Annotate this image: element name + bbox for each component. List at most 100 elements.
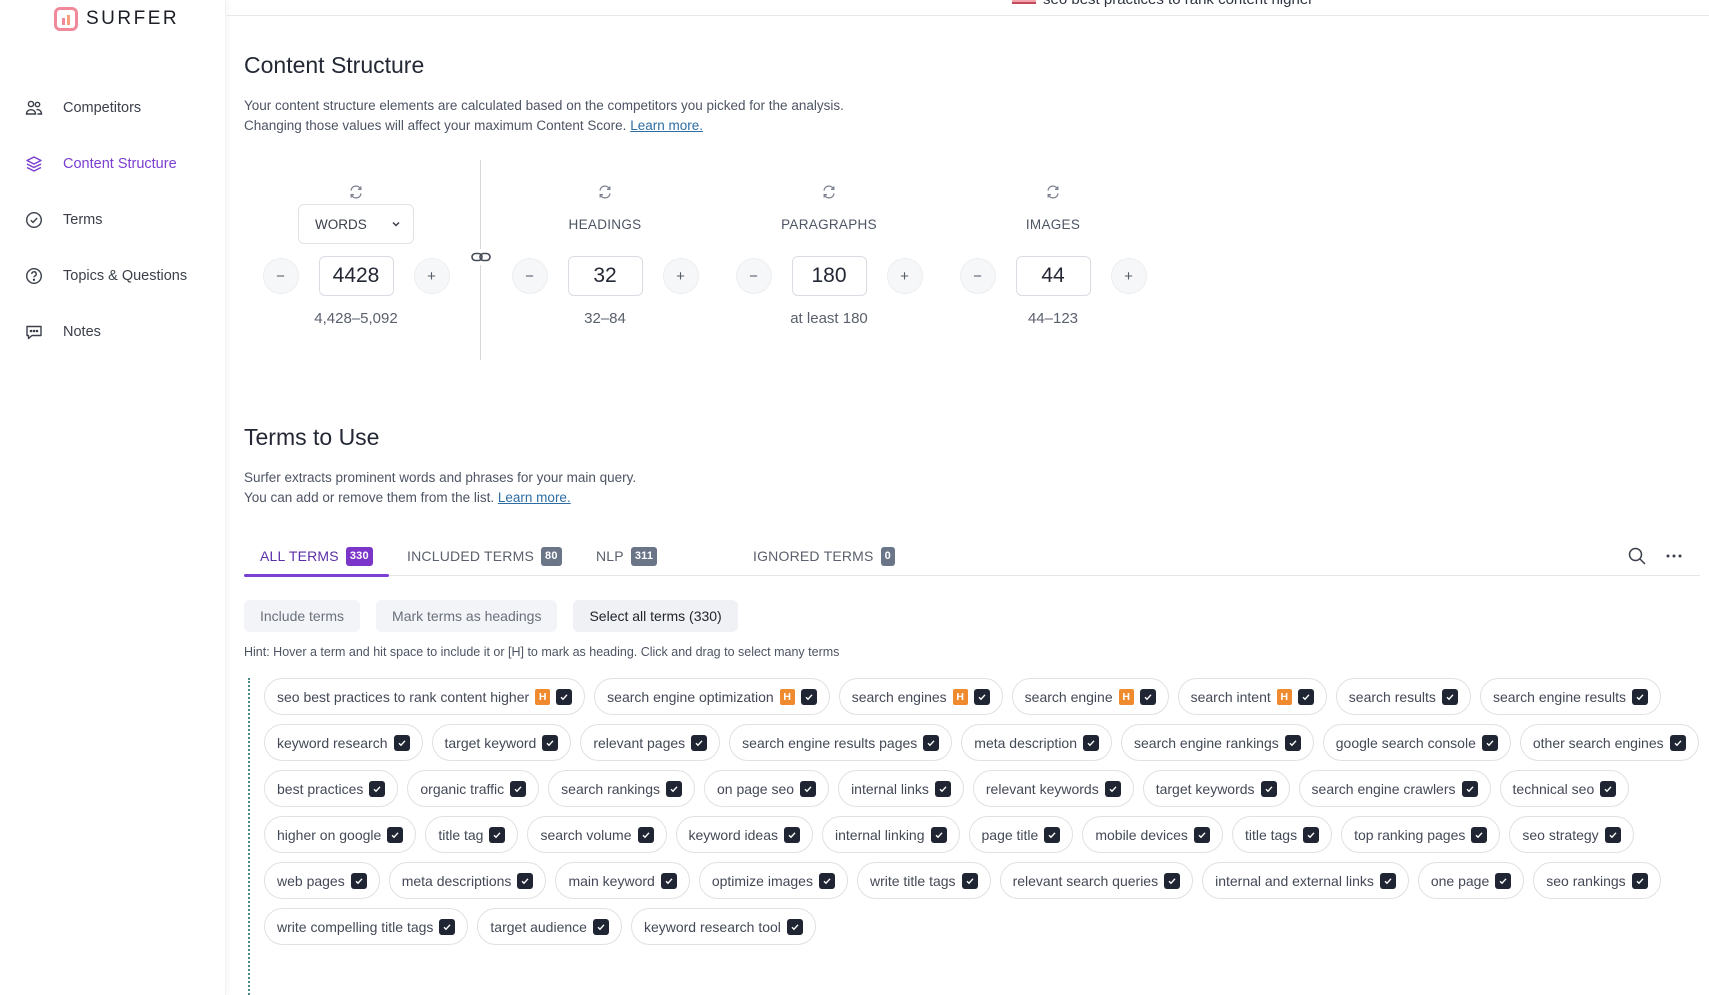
checkbox-checked-icon[interactable] — [973, 688, 990, 705]
images-value-input[interactable]: 44 — [1015, 256, 1091, 296]
checkbox-checked-icon[interactable] — [1632, 688, 1649, 705]
term-chip[interactable]: title tag — [425, 816, 519, 853]
checkbox-checked-icon[interactable] — [1164, 872, 1181, 889]
decrement-button[interactable]: − — [262, 258, 299, 294]
checkbox-checked-icon[interactable] — [542, 734, 559, 751]
checkbox-checked-icon[interactable] — [1471, 826, 1488, 843]
checkbox-checked-icon[interactable] — [556, 688, 573, 705]
term-chip[interactable]: seo strategy — [1509, 816, 1634, 853]
metric-type-select[interactable]: WORDS — [298, 204, 414, 244]
checkbox-checked-icon[interactable] — [1284, 734, 1301, 751]
term-chip[interactable]: keyword research — [264, 724, 423, 761]
term-chip[interactable]: one page — [1417, 862, 1525, 899]
checkbox-checked-icon[interactable] — [1044, 826, 1061, 843]
term-chip[interactable]: title tags — [1231, 816, 1333, 853]
heading-badge[interactable]: H — [952, 688, 968, 705]
learn-more-link[interactable]: Learn more. — [498, 490, 571, 505]
term-chip[interactable]: target keyword — [431, 724, 572, 761]
term-chip[interactable]: seo rankings — [1533, 862, 1661, 899]
checkbox-checked-icon[interactable] — [930, 826, 947, 843]
checkbox-checked-icon[interactable] — [637, 826, 654, 843]
checkbox-checked-icon[interactable] — [923, 734, 940, 751]
term-chip[interactable]: search engine crawlers — [1298, 770, 1491, 807]
tab-nlp[interactable]: NLP 311 — [596, 536, 658, 576]
link-icon[interactable] — [469, 249, 493, 265]
term-chip[interactable]: top ranking pages — [1341, 816, 1501, 853]
checkbox-checked-icon[interactable] — [691, 734, 708, 751]
term-chip[interactable]: keyword research tool — [630, 908, 816, 945]
tab-all-terms[interactable]: ALL TERMS 330 — [244, 536, 389, 577]
checkbox-checked-icon[interactable] — [1461, 780, 1478, 797]
sidebar-item-topics-questions[interactable]: Topics & Questions — [0, 248, 226, 304]
checkbox-checked-icon[interactable] — [665, 780, 682, 797]
tab-included-terms[interactable]: INCLUDED TERMS 80 — [407, 536, 562, 576]
checkbox-checked-icon[interactable] — [1260, 780, 1277, 797]
term-chip[interactable]: mobile devices — [1082, 816, 1223, 853]
term-chip[interactable]: higher on google — [264, 816, 417, 853]
checkbox-checked-icon[interactable] — [1303, 826, 1320, 843]
term-chip[interactable]: search engines H — [838, 678, 1003, 715]
term-chip[interactable]: search intent H — [1177, 678, 1327, 715]
term-chip[interactable]: google search console — [1322, 724, 1511, 761]
term-chip[interactable]: internal linking — [822, 816, 960, 853]
term-chip[interactable]: other search engines — [1519, 724, 1699, 761]
checkbox-checked-icon[interactable] — [660, 872, 677, 889]
term-chip[interactable]: write compelling title tags — [264, 908, 469, 945]
heading-badge[interactable]: H — [779, 688, 795, 705]
select-all-terms-button[interactable]: Select all terms (330) — [573, 600, 738, 632]
checkbox-checked-icon[interactable] — [369, 780, 386, 797]
checkbox-checked-icon[interactable] — [393, 734, 410, 751]
checkbox-checked-icon[interactable] — [934, 780, 951, 797]
checkbox-checked-icon[interactable] — [439, 918, 456, 935]
term-chip[interactable]: search engine rankings — [1121, 724, 1314, 761]
checkbox-checked-icon[interactable] — [1495, 872, 1512, 889]
term-chip[interactable]: target audience — [477, 908, 622, 945]
term-chip[interactable]: organic traffic — [407, 770, 540, 807]
checkbox-checked-icon[interactable] — [784, 826, 800, 843]
tab-ignored-terms[interactable]: IGNORED TERMS 0 — [753, 536, 895, 576]
increment-button[interactable]: + — [413, 258, 450, 294]
term-chip[interactable]: search volume — [527, 816, 667, 853]
decrement-button[interactable]: − — [511, 258, 548, 294]
sidebar-item-notes[interactable]: Notes — [0, 304, 226, 360]
checkbox-checked-icon[interactable] — [387, 826, 404, 843]
decrement-button[interactable]: − — [735, 258, 772, 294]
term-chip[interactable]: relevant pages — [580, 724, 721, 761]
term-chip[interactable]: on page seo — [703, 770, 830, 807]
sidebar-item-terms[interactable]: Terms — [0, 192, 226, 248]
term-chip[interactable]: meta description — [961, 724, 1112, 761]
term-chip[interactable]: internal links — [838, 770, 964, 807]
paragraphs-value-input[interactable]: 180 — [791, 256, 867, 296]
increment-button[interactable]: + — [886, 258, 923, 294]
term-chip[interactable]: seo best practices to rank content highe… — [264, 678, 586, 715]
term-chip[interactable]: internal and external links — [1202, 862, 1409, 899]
learn-more-link[interactable]: Learn more. — [630, 118, 703, 133]
checkbox-checked-icon[interactable] — [1481, 734, 1498, 751]
decrement-button[interactable]: − — [959, 258, 996, 294]
term-chip[interactable]: optimize images — [698, 862, 848, 899]
checkbox-checked-icon[interactable] — [1604, 826, 1621, 843]
checkbox-checked-icon[interactable] — [1297, 688, 1314, 705]
term-chip[interactable]: keyword ideas — [675, 816, 813, 853]
search-icon[interactable] — [1627, 546, 1647, 566]
term-chip[interactable]: meta descriptions — [388, 862, 547, 899]
increment-button[interactable]: + — [1110, 258, 1147, 294]
checkbox-checked-icon[interactable] — [510, 780, 527, 797]
checkbox-checked-icon[interactable] — [1631, 872, 1648, 889]
term-chip[interactable]: search engine H — [1011, 678, 1169, 715]
checkbox-checked-icon[interactable] — [489, 826, 506, 843]
term-chip[interactable]: search engine results pages — [729, 724, 953, 761]
term-chip[interactable]: relevant keywords — [972, 770, 1134, 807]
term-chip[interactable]: technical seo — [1499, 770, 1630, 807]
checkbox-checked-icon[interactable] — [350, 872, 367, 889]
checkbox-checked-icon[interactable] — [961, 872, 978, 889]
term-chip[interactable]: write title tags — [856, 862, 991, 899]
term-chip[interactable]: page title — [968, 816, 1074, 853]
term-chip[interactable]: main keyword — [555, 862, 690, 899]
increment-button[interactable]: + — [662, 258, 699, 294]
term-chip[interactable]: relevant search queries — [999, 862, 1194, 899]
mark-headings-button[interactable]: Mark terms as headings — [376, 600, 558, 632]
heading-badge[interactable]: H — [1276, 688, 1292, 705]
logo[interactable]: SURFER — [54, 7, 179, 31]
include-terms-button[interactable]: Include terms — [244, 600, 361, 632]
